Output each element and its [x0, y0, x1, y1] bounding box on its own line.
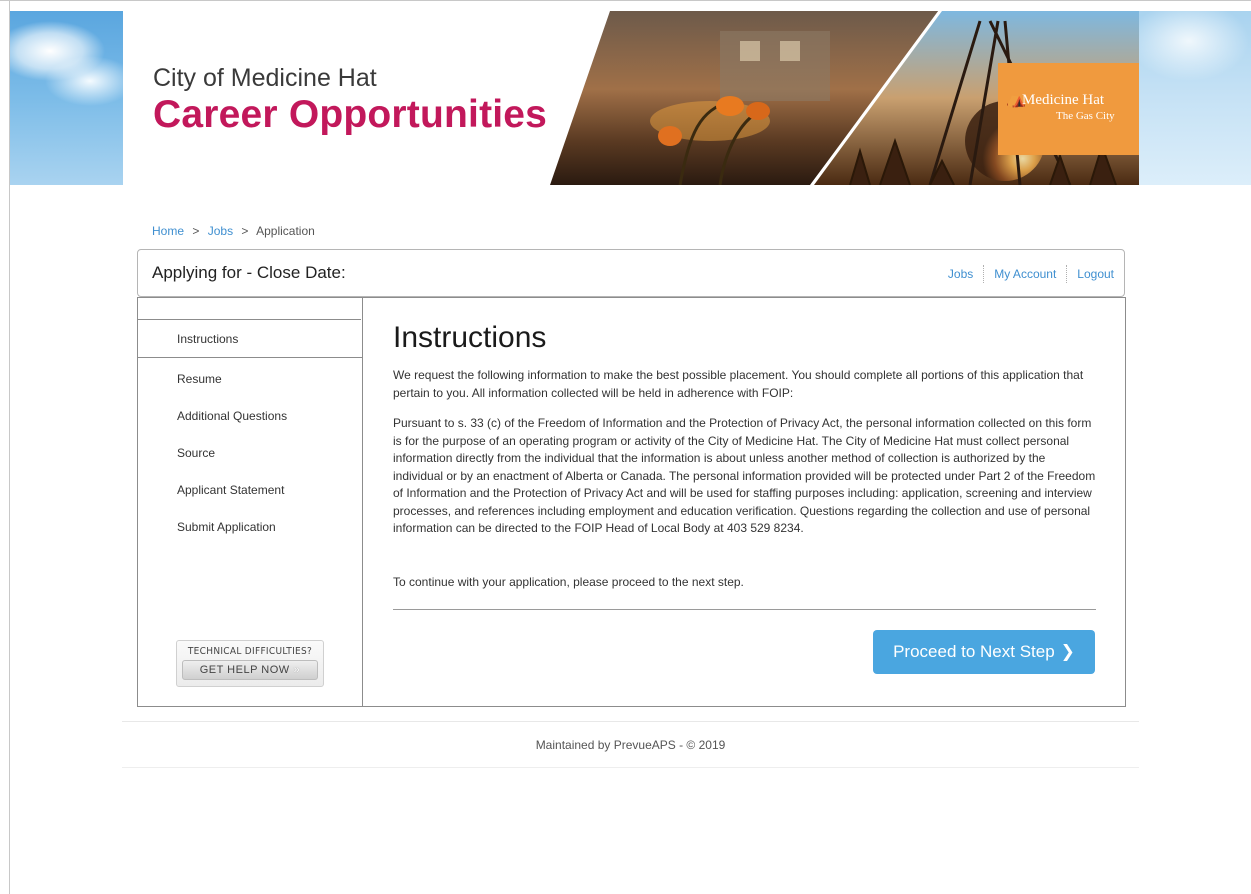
footer-text: Maintained by PrevueAPS - © 2019 — [535, 738, 726, 752]
page-title: Applying for - Close Date: — [152, 263, 346, 282]
page-footer: Maintained by PrevueAPS - © 2019 — [122, 721, 1139, 768]
city-logo: ⛺ Medicine Hat The Gas City — [998, 63, 1139, 155]
city-name: City of Medicine Hat — [153, 64, 377, 92]
help-button-text: GET HELP NOW — [199, 664, 290, 676]
nav-divider — [983, 265, 985, 283]
foip-paragraph: Pursuant to s. 33 (c) of the Freedom of … — [393, 416, 1096, 535]
next-button-label: Proceed to Next Step — [893, 642, 1055, 661]
get-help-button[interactable]: TECHNICAL DIFFICULTIES? GET HELP NOW» — [176, 640, 324, 687]
sidebar-item-resume[interactable]: Resume — [177, 372, 222, 386]
chevron-right-icon: ❯ — [1060, 642, 1075, 661]
window-top-border — [0, 0, 1251, 1]
breadcrumb-home[interactable]: Home — [152, 224, 184, 238]
logo-name: Medicine Hat — [1022, 92, 1105, 108]
breadcrumb-current: Application — [256, 224, 315, 238]
account-nav: Jobs My Account Logout — [948, 265, 1114, 285]
breadcrumb-jobs[interactable]: Jobs — [208, 224, 233, 238]
breadcrumb: Home > Jobs > Application — [152, 224, 315, 238]
site-title: Career Opportunities — [153, 93, 548, 136]
sidebar-item-additional-questions[interactable]: Additional Questions — [177, 409, 287, 423]
application-panel: Instructions Resume Additional Questions… — [137, 297, 1126, 707]
nav-divider — [1066, 265, 1068, 283]
content-divider — [393, 609, 1096, 610]
continue-paragraph: To continue with your application, pleas… — [393, 575, 744, 589]
sidebar-item-submit-application[interactable]: Submit Application — [177, 520, 276, 534]
logout-link[interactable]: Logout — [1077, 267, 1114, 285]
help-caption: TECHNICAL DIFFICULTIES? — [187, 646, 313, 657]
double-chevron-right-icon: » — [293, 664, 301, 676]
sidebar-top-divider — [138, 298, 361, 320]
breadcrumb-separator: > — [241, 224, 249, 238]
sidebar-item-instructions[interactable]: Instructions — [177, 332, 238, 346]
logo-tagline: The Gas City — [1056, 110, 1115, 122]
sidebar-item-applicant-statement[interactable]: Applicant Statement — [177, 483, 284, 497]
sky-image-left — [10, 11, 123, 185]
proceed-next-step-button[interactable]: Proceed to Next Step ❯ — [873, 630, 1095, 674]
steps-sidebar: Instructions Resume Additional Questions… — [138, 298, 363, 706]
site-banner: City of Medicine Hat Career Opportunitie… — [10, 11, 1251, 185]
breadcrumb-separator: > — [192, 224, 200, 238]
intro-paragraph: We request the following information to … — [393, 368, 1084, 400]
active-step-highlight — [138, 320, 362, 358]
jobs-link[interactable]: Jobs — [948, 267, 973, 285]
application-header: Applying for - Close Date: Jobs My Accou… — [137, 249, 1125, 297]
my-account-link[interactable]: My Account — [994, 267, 1056, 285]
sidebar-item-source[interactable]: Source — [177, 446, 215, 460]
help-button-label: GET HELP NOW» — [182, 660, 318, 680]
section-heading: Instructions — [393, 321, 547, 354]
sky-image-right — [1139, 11, 1251, 185]
